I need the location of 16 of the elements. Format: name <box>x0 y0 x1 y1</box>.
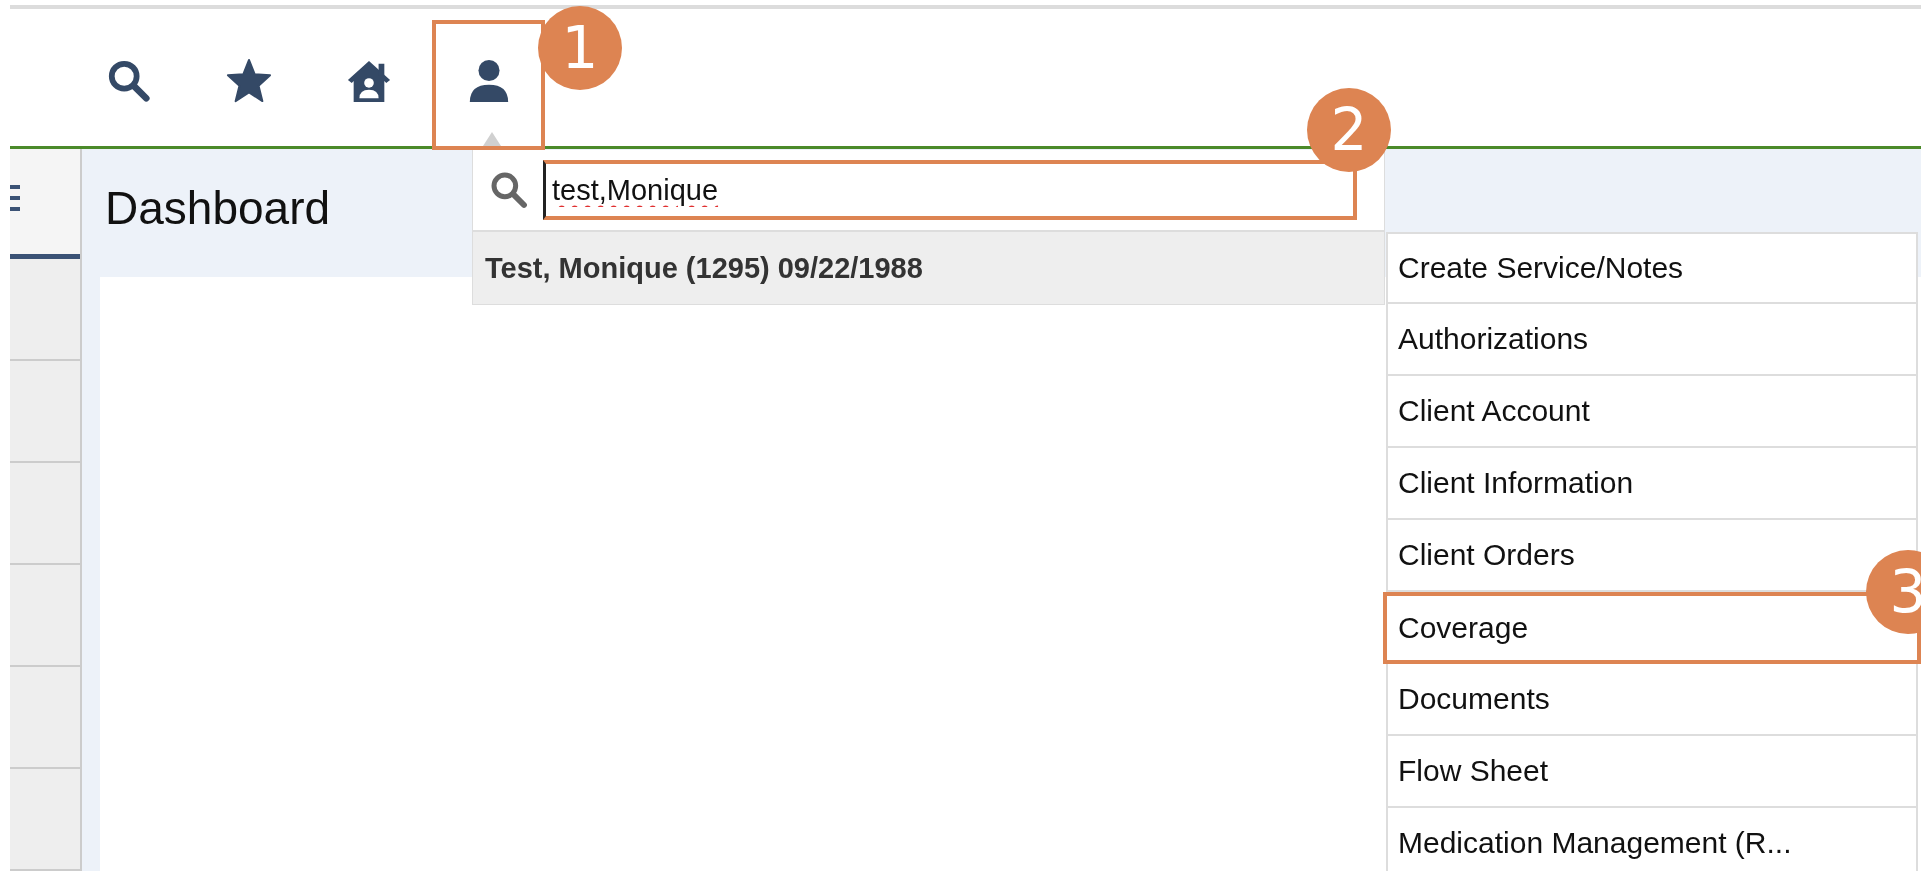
menu-item[interactable]: Authorizations <box>1386 304 1918 376</box>
search-icon <box>489 170 529 210</box>
step-badge: 2 <box>1307 88 1391 172</box>
step-badge: 1 <box>538 6 622 90</box>
menu-item[interactable]: Documents <box>1386 664 1918 736</box>
menu-item[interactable]: Create Service/Notes <box>1386 232 1918 304</box>
client-search-field[interactable]: test,Monique <box>543 160 1357 220</box>
menu-icon[interactable] <box>10 184 20 211</box>
house-icon <box>345 58 392 104</box>
menu-item[interactable]: Client Account <box>1386 376 1918 448</box>
menu-item[interactable]: Medication Management (R... <box>1386 808 1918 871</box>
search-result[interactable]: Test, Monique (1295) 09/22/1988 <box>473 230 1384 304</box>
page-title: Dashboard <box>105 181 331 235</box>
menu-item[interactable]: Flow Sheet <box>1386 736 1918 808</box>
star-icon <box>225 58 272 104</box>
menu-item[interactable]: Client Information <box>1386 448 1918 520</box>
